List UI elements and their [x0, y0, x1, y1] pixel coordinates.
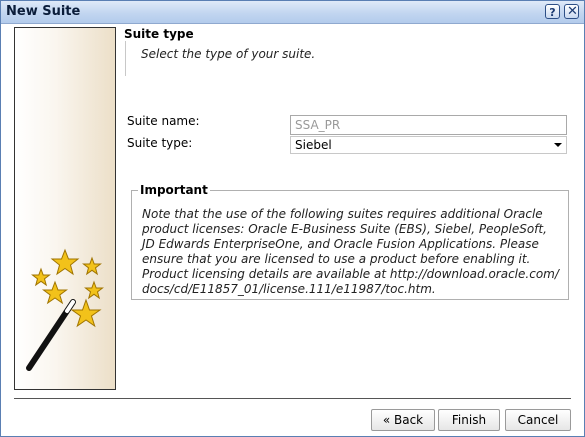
footer-separator: [14, 398, 571, 399]
suite-name-label: Suite name:: [127, 114, 200, 128]
title-bar: New Suite ? ✕: [1, 1, 584, 24]
note-line: Note that the use of the following suite…: [142, 207, 543, 221]
dropdown-arrow-icon: [554, 143, 562, 147]
help-button[interactable]: ?: [545, 4, 560, 19]
window-title: New Suite: [6, 4, 81, 19]
help-icon: ?: [549, 6, 556, 19]
close-icon: ✕: [567, 4, 578, 19]
suite-name-input[interactable]: SSA_PR: [290, 115, 567, 135]
section-divider: [125, 41, 126, 76]
wizard-side-panel: [14, 27, 116, 390]
cancel-button[interactable]: Cancel: [505, 409, 571, 431]
new-suite-dialog: New Suite ? ✕ Suite type Select the type…: [0, 0, 585, 437]
note-line: JD Edwards EnterpriseOne, and Oracle Fus…: [142, 237, 539, 251]
note-line: docs/cd/E11857_01/license.111/e11987/toc…: [142, 282, 436, 296]
section-subtitle: Select the type of your suite.: [141, 47, 316, 61]
important-legend: Important: [138, 183, 210, 197]
important-note: Note that the use of the following suite…: [142, 207, 562, 297]
note-line: product licenses: Oracle E-Business Suit…: [142, 222, 547, 236]
section-title: Suite type: [124, 27, 194, 41]
suite-type-value: Siebel: [295, 138, 332, 152]
back-button[interactable]: « Back: [371, 409, 435, 431]
suite-type-select[interactable]: Siebel: [290, 136, 567, 154]
close-button[interactable]: ✕: [564, 4, 579, 19]
magic-wand-stars-icon: [26, 248, 104, 371]
suite-type-label: Suite type:: [127, 136, 193, 150]
note-line: ensure that you are licensed to use a pr…: [142, 252, 531, 266]
note-line: Product licensing details are available …: [142, 267, 559, 281]
finish-button[interactable]: Finish: [438, 409, 500, 431]
